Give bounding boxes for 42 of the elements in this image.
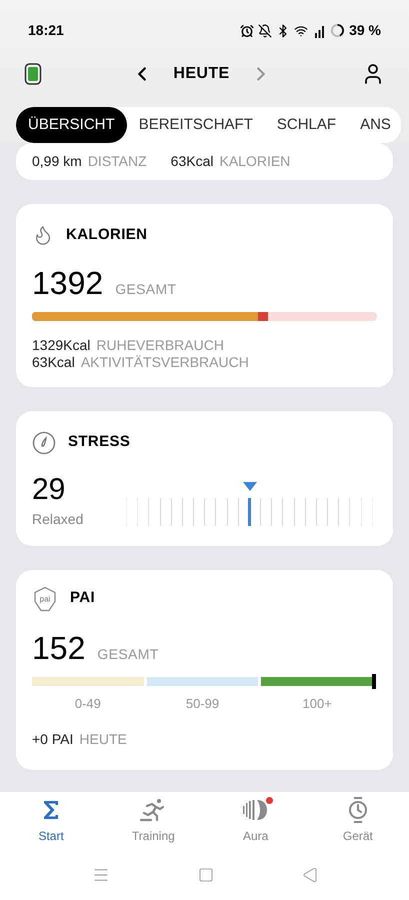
tab[interactable]: ÜBERSICHT [16,107,127,143]
range-label: 100+ [302,694,332,712]
signal-icon [312,24,326,38]
back-nav-icon[interactable] [302,867,318,883]
watch-status-icon[interactable] [24,62,42,86]
tab[interactable]: BEREITSCHAFT [126,107,265,143]
watch-icon [346,797,369,823]
date-title: HEUTE [173,64,230,84]
tab[interactable]: SCHLAF [264,107,348,143]
activity-label: KALORIEN [219,152,290,171]
pointer-icon [242,482,256,490]
range-label: 0-49 [74,694,101,712]
pai-icon: pai [32,586,58,612]
status-time: 18:21 [28,21,64,40]
pai-total: 152 [32,632,86,664]
alarm-icon [240,24,254,38]
activity-value: 0,99 km [32,152,82,171]
card-title: KALORIEN [66,225,148,245]
calorie-value: 63Kcal [32,354,75,370]
range-label: 50-99 [186,694,220,712]
tab[interactable]: ANS [348,107,401,143]
calorie-label: RUHEVERBRAUCH [96,336,224,354]
stress-status: Relaxed [32,510,84,528]
nav-tab[interactable]: Start [0,797,102,845]
card-title: PAI [70,588,96,608]
home-nav-icon[interactable] [198,867,214,883]
activity-value: 63Kcal [170,152,214,171]
stress-value: 29 [32,474,66,504]
pai-today-value: +0 PAI [32,730,74,749]
wifi-icon [294,24,308,38]
muted-bell-icon [258,24,272,38]
calories-total: 1392 [32,266,104,298]
card-title: STRESS [68,432,130,452]
pai-today-label: HEUTE [79,730,127,749]
calorie-value: 1329Kcal [32,336,90,354]
activity-label: DISTANZ [88,152,147,171]
total-label: GESAMT [97,644,159,664]
battery-percent: 39 % [349,21,381,40]
total-label: GESAMT [115,280,176,298]
gauge-icon [32,430,56,454]
calorie-label: AKTIVITÄTSVERBRAUCH [80,354,249,370]
battery-ring-icon [330,23,346,38]
